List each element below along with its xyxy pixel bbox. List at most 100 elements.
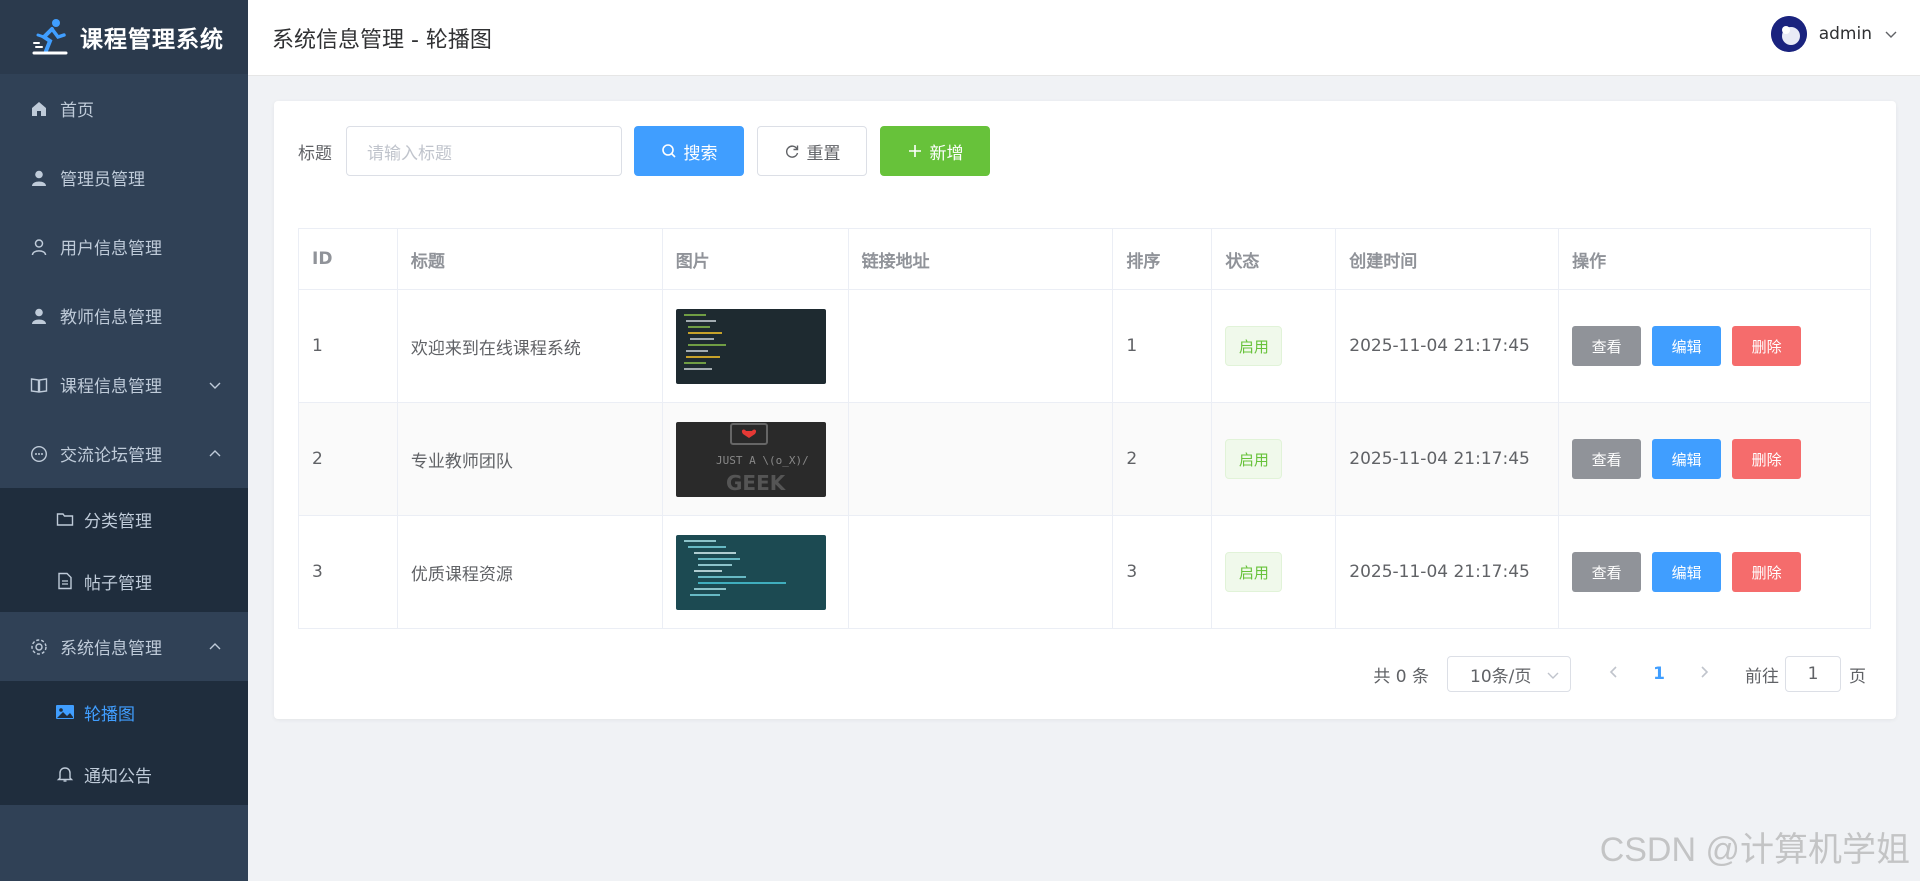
page-number[interactable]: 1 [1629,664,1689,684]
cell-id: 3 [298,515,398,629]
column-header[interactable]: 状态 [1211,228,1337,290]
edit-button[interactable]: 编辑 [1652,439,1722,479]
sidebar-item-user-info[interactable]: 用户信息管理 [0,212,248,281]
cell-link [847,289,1114,403]
content-card: 标题 请输入标题 搜索 重置 新增 ID 标题 图片 链接地址 排序 状态 创建… [274,101,1896,719]
status-badge: 启用 [1225,326,1283,366]
user-dropdown[interactable]: admin [1770,16,1898,52]
delete-button[interactable]: 删除 [1732,326,1802,366]
plus-icon [907,143,923,159]
cell-title: 优质课程资源 [396,515,663,629]
user-solid-icon [28,167,50,189]
folder-icon [54,508,76,530]
pagination-total: 共 0 条 [1373,666,1429,687]
cell-sort: 3 [1112,515,1213,629]
sidebar: 课程管理系统 首页 管理员管理 用户信息管理 教师信息管理 课程信息管理 交流论… [0,0,248,881]
delete-button[interactable]: 删除 [1732,552,1802,592]
table-row: 3 优质课程资源 3 启用 2025-11-04 21:17:45 查看 编辑 … [298,515,1871,629]
runner-logo-icon [32,19,68,55]
svg-text:GEEK: GEEK [726,471,787,495]
sidebar-item-label: 通知公告 [84,766,152,787]
sidebar-item-label: 教师信息管理 [60,308,162,328]
goto-page-value: 1 [1807,664,1819,684]
pagination: 共 0 条 10条/页 1 前往 1 页 [1373,656,1866,692]
search-button[interactable]: 搜索 [634,126,744,176]
view-button[interactable]: 查看 [1572,326,1642,366]
column-header[interactable]: 创建时间 [1335,228,1560,290]
sidebar-item-notice[interactable]: 通知公告 [0,743,248,805]
chevron-right-icon [1701,666,1709,678]
title-search-input[interactable]: 请输入标题 [346,126,622,176]
cell-created: 2025-11-04 21:17:45 [1335,402,1560,516]
cell-actions: 查看 编辑 删除 [1558,289,1871,403]
cell-status: 启用 [1211,402,1337,516]
cell-created: 2025-11-04 21:17:45 [1335,289,1560,403]
top-header: 系统信息管理 - 轮播图 admin [248,0,1920,76]
sidebar-item-home[interactable]: 首页 [0,74,248,143]
avatar [1770,16,1807,52]
home-icon [28,98,50,120]
sidebar-item-teacher-info[interactable]: 教师信息管理 [0,281,248,350]
page-size-select[interactable]: 10条/页 [1447,656,1571,692]
edit-button[interactable]: 编辑 [1652,326,1722,366]
chevron-up-icon [209,642,221,649]
search-placeholder: 请输入标题 [367,143,452,164]
next-page-button[interactable] [1689,664,1719,684]
column-header[interactable]: ID [298,228,398,290]
prev-page-button[interactable] [1599,664,1629,684]
sidebar-item-label: 首页 [60,101,94,121]
add-button[interactable]: 新增 [880,126,990,176]
search-icon [661,143,677,159]
goto-label: 前往 [1745,666,1779,687]
page-title: 系统信息管理 - 轮播图 [272,27,492,53]
view-button[interactable]: 查看 [1572,439,1642,479]
chevron-up-icon [209,449,221,456]
carousel-thumbnail[interactable] [675,308,826,384]
sidebar-item-forum[interactable]: 交流论坛管理 [0,419,248,488]
column-header[interactable]: 排序 [1112,228,1213,290]
column-header[interactable]: 链接地址 [847,228,1114,290]
svg-text:JUST A \(o_X)/: JUST A \(o_X)/ [716,454,809,467]
sidebar-item-label: 系统信息管理 [60,639,162,659]
reset-button[interactable]: 重置 [757,126,867,176]
delete-button[interactable]: 删除 [1732,439,1802,479]
search-bar: 标题 请输入标题 搜索 重置 新增 [298,126,1003,176]
document-icon [54,570,76,592]
sidebar-item-course-info[interactable]: 课程信息管理 [0,350,248,419]
sidebar-item-category[interactable]: 分类管理 [0,488,248,550]
watermark: CSDN @计算机学姐 [1599,831,1910,869]
reset-button-label: 重置 [806,143,841,164]
cell-link [847,515,1114,629]
sidebar-item-label: 帖子管理 [84,573,152,594]
page-size-value: 10条/页 [1470,666,1532,687]
column-header[interactable]: 图片 [661,228,849,290]
table-row: 2 专业教师团队 JUST A \(o_X)/ GEEK 2 启用 2025-1… [298,402,1871,516]
cell-image [661,289,849,403]
edit-button[interactable]: 编辑 [1652,552,1722,592]
app-logo[interactable]: 课程管理系统 [0,0,248,74]
sidebar-item-label: 轮播图 [84,704,135,725]
column-header[interactable]: 操作 [1558,228,1871,290]
app-title: 课程管理系统 [80,27,224,53]
book-icon [28,374,50,396]
page-suffix: 页 [1849,666,1866,687]
cell-image [661,515,849,629]
sidebar-item-label: 分类管理 [84,511,152,532]
cell-title: 欢迎来到在线课程系统 [396,289,663,403]
user-outline-icon [28,236,50,258]
cell-actions: 查看 编辑 删除 [1558,402,1871,516]
sidebar-item-system-info[interactable]: 系统信息管理 [0,612,248,681]
column-header[interactable]: 标题 [396,228,663,290]
chat-icon [28,443,50,465]
refresh-icon [784,143,800,159]
sidebar-item-admin[interactable]: 管理员管理 [0,143,248,212]
view-button[interactable]: 查看 [1572,552,1642,592]
goto-page-input[interactable]: 1 [1785,656,1841,692]
search-label: 标题 [298,143,332,164]
search-button-label: 搜索 [683,143,718,164]
sidebar-item-label: 用户信息管理 [60,239,162,259]
carousel-thumbnail[interactable]: JUST A \(o_X)/ GEEK [675,421,826,497]
sidebar-item-carousel[interactable]: 轮播图 [0,681,248,743]
sidebar-item-posts[interactable]: 帖子管理 [0,550,248,612]
carousel-thumbnail[interactable] [675,534,826,610]
